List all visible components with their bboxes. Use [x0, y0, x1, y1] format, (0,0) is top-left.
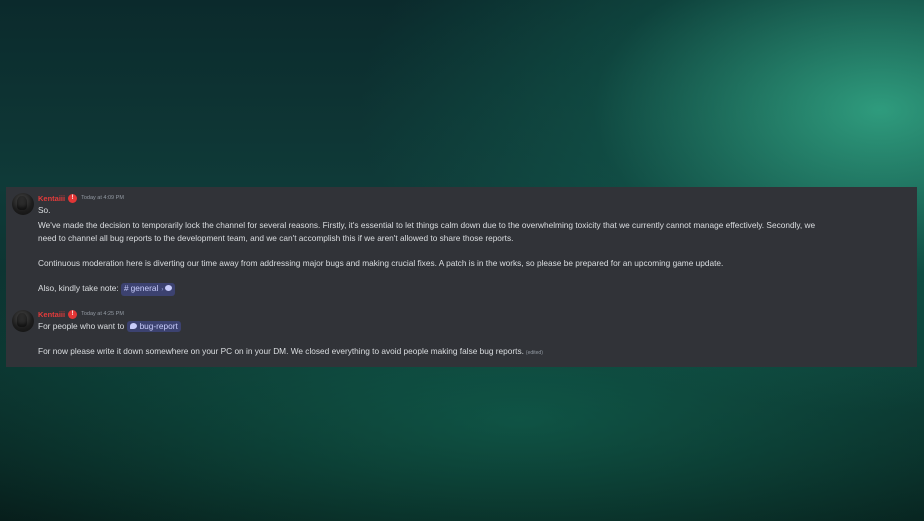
timestamp[interactable]: Today at 4:09 PM — [81, 195, 124, 201]
username[interactable]: Kentaiii — [38, 310, 65, 319]
channel-mention-label: general — [130, 283, 159, 293]
username[interactable]: Kentaiii — [38, 194, 65, 203]
timestamp[interactable]: Today at 4:25 PM — [81, 311, 124, 317]
message-text-note: Also, kindly take note: # general › — [38, 282, 176, 296]
avatar[interactable] — [12, 310, 34, 332]
chat-message-panel: Kentaiii ! Today at 4:09 PM So. We've ma… — [6, 187, 917, 367]
message-text-body: For now please write it down somewhere o… — [38, 346, 524, 356]
message-text: Continuous moderation here is diverting … — [38, 258, 724, 268]
role-badge-icon[interactable]: ! — [68, 309, 78, 319]
message-text: For people who want to bug-report — [38, 320, 181, 333]
message-header: Kentaiii ! Today at 4:25 PM — [38, 308, 124, 320]
thread-arrow: › — [161, 287, 164, 293]
note-prefix: Also, kindly take note: — [38, 283, 119, 293]
role-badge-icon[interactable]: ! — [68, 193, 78, 203]
edited-label: (edited) — [525, 350, 543, 356]
avatar[interactable] — [12, 193, 34, 215]
line-prefix: For people who want to — [38, 321, 125, 331]
channel-mention-general[interactable]: # general › — [121, 283, 176, 296]
message-header: Kentaiii ! Today at 4:09 PM — [38, 192, 124, 204]
message-text: For now please write it down somewhere o… — [38, 345, 543, 360]
message-text: We've made the decision to temporarily l… — [38, 220, 816, 230]
message-text: So. — [38, 205, 51, 215]
forum-icon — [129, 322, 137, 329]
forum-mention-label: bug-report — [139, 321, 178, 331]
message-text: need to channel all bug reports to the d… — [38, 233, 514, 243]
channel-hash-icon: # — [124, 283, 129, 293]
forum-mention-bug-report[interactable]: bug-report — [126, 321, 181, 332]
thread-bubble-icon — [165, 284, 173, 291]
